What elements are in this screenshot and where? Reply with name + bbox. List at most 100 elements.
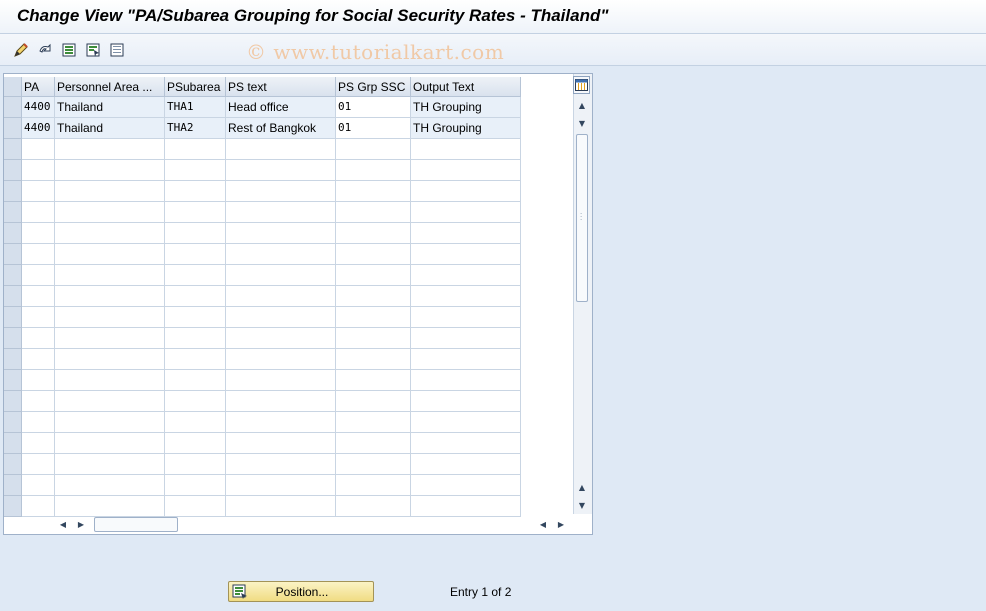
row-selector[interactable] [4, 202, 22, 223]
cell-personnel-area [55, 139, 165, 160]
ps-grp-ssc-input[interactable] [336, 307, 411, 328]
cell-output-text [411, 202, 521, 223]
ps-grp-ssc-input[interactable] [336, 412, 411, 433]
select-block-icon[interactable] [83, 40, 103, 60]
column-header-personnel-area[interactable]: Personnel Area ... [55, 77, 165, 97]
table-row-empty [4, 475, 521, 496]
ps-grp-ssc-input[interactable]: 01 [336, 97, 411, 118]
row-selector[interactable] [4, 433, 22, 454]
ps-grp-ssc-input[interactable] [336, 265, 411, 286]
row-selector[interactable] [4, 118, 22, 139]
row-selector[interactable] [4, 412, 22, 433]
cell-ps-text [226, 244, 336, 265]
ps-grp-ssc-input[interactable]: 01 [336, 118, 411, 139]
undo-icon[interactable] [35, 40, 55, 60]
cell-ps-text [226, 286, 336, 307]
ps-grp-ssc-input[interactable] [336, 139, 411, 160]
column-header-pa[interactable]: PA [22, 77, 55, 97]
ps-grp-ssc-input[interactable] [336, 328, 411, 349]
cell-psubarea [165, 244, 226, 265]
ps-grp-ssc-input[interactable] [336, 475, 411, 496]
cell-personnel-area [55, 307, 165, 328]
ps-grp-ssc-input[interactable] [336, 160, 411, 181]
row-selector[interactable] [4, 454, 22, 475]
table-row-empty [4, 370, 521, 391]
cell-output-text [411, 433, 521, 454]
table-row-empty [4, 244, 521, 265]
cell-ps-text [226, 223, 336, 244]
cell-personnel-area [55, 328, 165, 349]
row-selector[interactable] [4, 97, 22, 118]
cell-personnel-area [55, 349, 165, 370]
ps-grp-ssc-input[interactable] [336, 181, 411, 202]
cell-ps-text [226, 181, 336, 202]
ps-grp-ssc-input[interactable] [336, 202, 411, 223]
ps-grp-ssc-input[interactable] [336, 433, 411, 454]
row-selector[interactable] [4, 244, 22, 265]
row-selector[interactable] [4, 160, 22, 181]
ps-grp-ssc-input[interactable] [336, 496, 411, 517]
column-header-ps-grp-ssc[interactable]: PS Grp SSC [336, 77, 411, 97]
column-header-output-text[interactable]: Output Text [411, 77, 521, 97]
cell-personnel-area [55, 223, 165, 244]
row-selector[interactable] [4, 370, 22, 391]
cell-pa: 4400 [22, 118, 55, 139]
table-row-empty [4, 286, 521, 307]
select-all-icon[interactable] [59, 40, 79, 60]
cell-pa [22, 202, 55, 223]
row-selector[interactable] [4, 349, 22, 370]
ps-grp-ssc-input[interactable] [336, 286, 411, 307]
select-all-rows-button[interactable] [4, 77, 22, 97]
row-selector[interactable] [4, 223, 22, 244]
window-title: Change View "PA/Subarea Grouping for Soc… [17, 6, 609, 25]
page-down-icon[interactable]: ▲ [575, 480, 589, 494]
scroll-down-icon[interactable]: ▼ [575, 498, 589, 512]
page-up-icon[interactable]: ▼ [575, 116, 589, 130]
ps-grp-ssc-input[interactable] [336, 223, 411, 244]
row-selector[interactable] [4, 475, 22, 496]
vertical-scroll-thumb[interactable]: · · · [576, 134, 588, 302]
watermark-text: © www.tutorialkart.com [246, 40, 505, 64]
ps-grp-ssc-input[interactable] [336, 349, 411, 370]
table-settings-icon[interactable] [573, 76, 590, 94]
table-row-empty [4, 433, 521, 454]
table-body: 4400 Thailand THA1 Head office 01 TH Gro… [4, 97, 521, 517]
ps-grp-ssc-input[interactable] [336, 244, 411, 265]
cell-ps-text [226, 349, 336, 370]
cell-psubarea [165, 328, 226, 349]
table-row-empty [4, 307, 521, 328]
ps-grp-ssc-input[interactable] [336, 454, 411, 475]
scroll-left-icon[interactable]: ◀ [56, 517, 70, 531]
ps-grp-ssc-input[interactable] [336, 370, 411, 391]
table-row-empty [4, 160, 521, 181]
title-bar: Change View "PA/Subarea Grouping for Soc… [0, 0, 986, 34]
row-selector[interactable] [4, 496, 22, 517]
column-header-psubarea[interactable]: PSubarea [165, 77, 226, 97]
row-selector[interactable] [4, 265, 22, 286]
cell-output-text: TH Grouping [411, 97, 521, 118]
cell-personnel-area [55, 286, 165, 307]
scroll-right-icon[interactable]: ▶ [74, 517, 88, 531]
row-selector[interactable] [4, 391, 22, 412]
row-selector[interactable] [4, 181, 22, 202]
cell-ps-text [226, 328, 336, 349]
horizontal-scroll-thumb[interactable] [94, 517, 178, 532]
position-button[interactable]: Position... [228, 581, 374, 602]
cell-ps-text: Rest of Bangkok [226, 118, 336, 139]
cell-ps-text [226, 391, 336, 412]
cell-psubarea [165, 412, 226, 433]
ps-grp-ssc-input[interactable] [336, 391, 411, 412]
row-selector[interactable] [4, 139, 22, 160]
page-left-icon[interactable]: ◀ [536, 517, 550, 531]
cell-output-text [411, 307, 521, 328]
page-right-icon[interactable]: ▶ [554, 517, 568, 531]
row-selector[interactable] [4, 307, 22, 328]
row-selector[interactable] [4, 328, 22, 349]
cell-psubarea [165, 349, 226, 370]
edit-pencil-icon[interactable] [11, 40, 31, 60]
scroll-up-icon[interactable]: ▲ [575, 98, 589, 112]
cell-ps-text [226, 496, 336, 517]
column-header-ps-text[interactable]: PS text [226, 77, 336, 97]
deselect-all-icon[interactable] [107, 40, 127, 60]
row-selector[interactable] [4, 286, 22, 307]
